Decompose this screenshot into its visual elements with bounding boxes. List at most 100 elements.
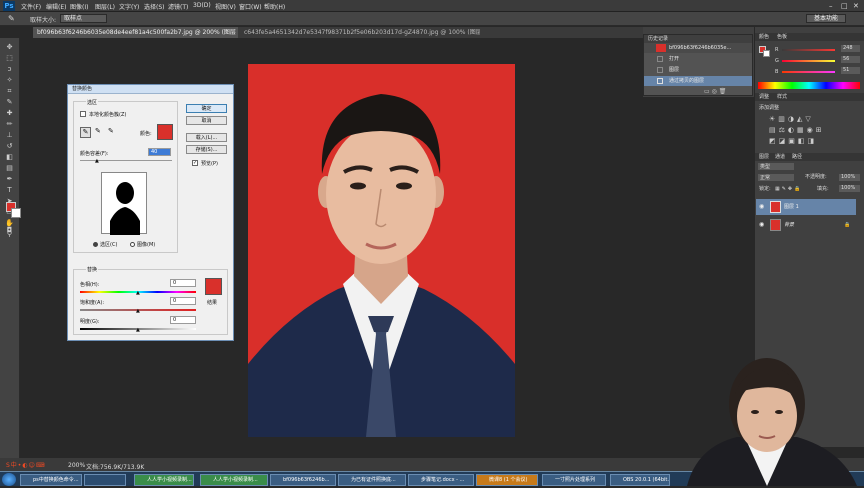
pen-tool-icon[interactable]: ✒: [4, 175, 15, 184]
menu-file[interactable]: 文件(F): [21, 2, 41, 11]
history-item-copy-layer[interactable]: 通过拷贝的图层: [644, 76, 752, 86]
ime-toolbar[interactable]: S中•◐☺⌨: [6, 460, 46, 469]
tab-document-2[interactable]: c643fe5a4651342d7e5347f98371b2f5e06b203d…: [240, 27, 480, 38]
id-photo-canvas[interactable]: [248, 64, 515, 437]
healing-tool-icon[interactable]: ✚: [4, 109, 15, 118]
task-item-5[interactable]: 为已有证件照换底...: [338, 474, 406, 486]
fill-input[interactable]: 100%: [839, 185, 860, 192]
selection-color-swatch[interactable]: [157, 124, 173, 140]
start-button[interactable]: [2, 473, 16, 486]
cancel-button[interactable]: 取消: [186, 116, 227, 125]
preview-checkbox[interactable]: ✓: [192, 160, 198, 166]
eyedropper-minus-icon[interactable]: ✎: [108, 127, 114, 135]
history-title[interactable]: 历史记录: [648, 35, 668, 43]
sample-size-select[interactable]: 取样点: [60, 14, 107, 23]
zoom-level[interactable]: 200%: [68, 462, 85, 469]
menu-edit[interactable]: 编辑(E): [46, 2, 66, 11]
history-buttons[interactable]: ▭ ◎ 🗑: [704, 88, 726, 95]
history-snapshot[interactable]: bf096b63f6246b6035e...: [644, 43, 752, 53]
fuzziness-slider-thumb[interactable]: ▲: [95, 158, 99, 164]
eyedropper-tool-icon[interactable]: ✎: [4, 98, 15, 107]
menu-filter[interactable]: 滤镜(T): [168, 2, 188, 11]
adjust-icons-row-1[interactable]: ☀▥◑◭▽: [769, 115, 814, 123]
load-button[interactable]: 载入(L)...: [186, 133, 227, 142]
lightness-input[interactable]: 0: [170, 316, 196, 324]
tab-adjustments[interactable]: 调整: [759, 93, 769, 101]
task-item-1[interactable]: ps中替换颜色命令...: [20, 474, 82, 486]
task-item-3[interactable]: 人人学小视频录制...: [200, 474, 268, 486]
minimize-icon[interactable]: –: [829, 2, 833, 10]
maximize-icon[interactable]: □: [841, 2, 848, 10]
tab-layers[interactable]: 图层: [759, 153, 769, 161]
radio-selection[interactable]: [93, 242, 98, 247]
menu-help[interactable]: 帮助(H): [264, 2, 285, 11]
tab-document-1[interactable]: bf096b63f6246b6035e08de4eef81a4c500fa2b7…: [33, 27, 238, 38]
task-item-placeholder[interactable]: [84, 474, 126, 486]
eye-icon[interactable]: ◉: [759, 221, 764, 229]
fuzziness-input[interactable]: 40: [148, 148, 171, 156]
bg-color-chip[interactable]: [763, 50, 770, 57]
layer-row-layer1[interactable]: ◉ 图层 1: [756, 199, 856, 215]
close-icon[interactable]: ✕: [853, 2, 859, 10]
adjust-icons-row-2[interactable]: ▤⚖◐▦◉⊞: [769, 126, 825, 134]
task-item-7[interactable]: 微课8 (1 个会议): [476, 474, 538, 486]
r-input[interactable]: 248: [841, 45, 860, 52]
history-item-layer[interactable]: 图层: [644, 65, 752, 75]
lock-icons[interactable]: ▦✎✥🔒: [775, 185, 802, 193]
eyedropper-icon[interactable]: ✎: [80, 127, 91, 138]
radio-image[interactable]: [130, 242, 135, 247]
history-item-open[interactable]: 打开: [644, 54, 752, 64]
task-item-9[interactable]: OBS 20.0.1 (64bit...: [610, 474, 670, 486]
eraser-tool-icon[interactable]: ◧: [4, 153, 15, 162]
menu-type[interactable]: 文字(Y): [119, 2, 139, 11]
eyedropper-icon[interactable]: ✎: [8, 14, 15, 23]
menu-window[interactable]: 窗口(W): [239, 2, 262, 11]
saturation-input[interactable]: 0: [170, 297, 196, 305]
menu-view[interactable]: 视图(V): [215, 2, 236, 11]
tab-color[interactable]: 颜色: [759, 33, 769, 41]
history-brush-icon[interactable]: ↺: [4, 142, 15, 151]
tab-channels[interactable]: 通道: [775, 153, 785, 161]
localized-checkbox[interactable]: [80, 111, 86, 117]
r-slider[interactable]: [782, 49, 835, 51]
menu-image[interactable]: 图像(I): [70, 2, 88, 11]
layer-row-background[interactable]: ◉ 背景 🔒: [756, 217, 856, 233]
b-slider[interactable]: [782, 71, 835, 73]
eye-icon[interactable]: ◉: [759, 203, 764, 211]
background-color[interactable]: [11, 208, 21, 218]
hue-slider-thumb[interactable]: ▲: [136, 290, 140, 296]
layer-kind-filter[interactable]: 类型: [758, 163, 794, 170]
crop-tool-icon[interactable]: ⌗: [4, 87, 15, 96]
menu-layer[interactable]: 图层(L): [95, 2, 115, 11]
g-slider[interactable]: [782, 60, 835, 62]
tab-paths[interactable]: 路径: [792, 153, 802, 161]
quick-select-icon[interactable]: ✧: [4, 76, 15, 85]
saturation-slider-thumb[interactable]: ▲: [136, 308, 140, 314]
task-item-8[interactable]: 一寸照片处理系列: [542, 474, 606, 486]
blend-mode-select[interactable]: 正常: [758, 174, 794, 181]
lightness-slider-thumb[interactable]: ▲: [136, 327, 140, 333]
adjust-icons-row-3[interactable]: ◩◪▣◧◨: [769, 137, 817, 145]
brush-tool-icon[interactable]: ✏: [4, 120, 15, 129]
tab-styles[interactable]: 样式: [777, 93, 787, 101]
task-item-4[interactable]: bf096b63f6246b...: [270, 474, 336, 486]
type-tool-icon[interactable]: T: [4, 186, 15, 195]
hue-input[interactable]: 0: [170, 279, 196, 287]
gradient-tool-icon[interactable]: ▤: [4, 164, 15, 173]
menu-3d[interactable]: 3D(D): [193, 2, 211, 9]
g-input[interactable]: 56: [841, 56, 860, 63]
b-input[interactable]: 51: [841, 67, 860, 74]
stamp-tool-icon[interactable]: ⊥: [4, 131, 15, 140]
workspace-select[interactable]: 基本功能: [806, 14, 846, 23]
lasso-tool-icon[interactable]: ↄ: [4, 65, 15, 74]
result-color-swatch[interactable]: [205, 278, 222, 295]
color-ramp[interactable]: [758, 82, 860, 89]
ok-button[interactable]: 确定: [186, 104, 227, 113]
menu-select[interactable]: 选择(S): [144, 2, 165, 11]
task-item-6[interactable]: 步骤笔记.docx - ...: [408, 474, 474, 486]
save-button[interactable]: 存储(S)...: [186, 145, 227, 154]
opacity-input[interactable]: 100%: [839, 174, 860, 181]
eyedropper-plus-icon[interactable]: ✎: [95, 127, 101, 135]
move-tool-icon[interactable]: ✥: [4, 43, 15, 52]
quick-mask-icon[interactable]: ◘: [4, 226, 15, 235]
